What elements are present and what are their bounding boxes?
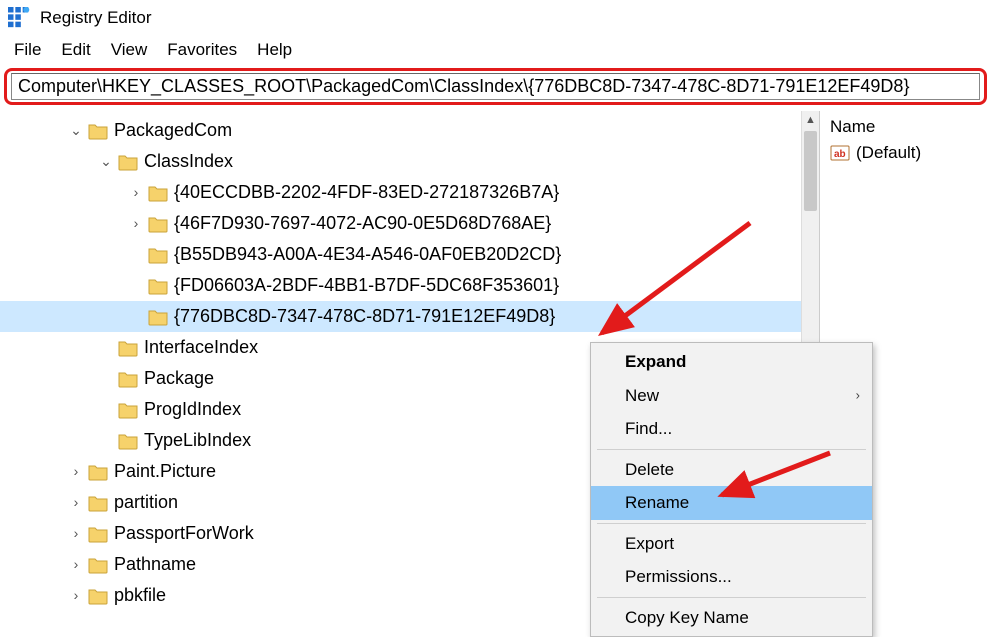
tree-item[interactable]: ›{FD06603A-2BDF-4BB1-B7DF-5DC68F353601}: [0, 270, 819, 301]
tree-item-label: {46F7D930-7697-4072-AC90-0E5D68D768AE}: [174, 209, 551, 239]
tree-item-label: pbkfile: [114, 581, 166, 611]
context-item-label: Export: [625, 534, 674, 553]
folder-icon: [118, 339, 138, 357]
tree-item-label: Paint.Picture: [114, 457, 216, 487]
context-item-expand[interactable]: Expand: [591, 345, 872, 379]
context-item-label: New: [625, 386, 659, 405]
menu-edit[interactable]: Edit: [53, 38, 98, 62]
folder-icon: [88, 494, 108, 512]
context-separator: [597, 449, 866, 450]
folder-icon: [118, 401, 138, 419]
tree-item-label: {40ECCDBB-2202-4FDF-83ED-272187326B7A}: [174, 178, 559, 208]
window-title: Registry Editor: [40, 8, 151, 28]
tree-item[interactable]: › {40ECCDBB-2202-4FDF-83ED-272187326B7A}: [0, 177, 819, 208]
context-item-copy-key-name[interactable]: Copy Key Name: [591, 601, 872, 635]
menu-bar: File Edit View Favorites Help: [0, 36, 991, 68]
svg-text:ab: ab: [834, 149, 846, 160]
regedit-app-icon: [8, 7, 30, 29]
context-item-label: Copy Key Name: [625, 608, 749, 627]
tree-item-label: {776DBC8D-7347-478C-8D71-791E12EF49D8}: [174, 302, 555, 332]
address-bar[interactable]: [11, 73, 980, 100]
value-name: (Default): [856, 143, 921, 163]
context-item-label: Find...: [625, 419, 672, 438]
menu-view[interactable]: View: [103, 38, 156, 62]
chevron-down-icon[interactable]: ⌄: [96, 150, 116, 173]
context-separator: [597, 523, 866, 524]
context-menu: Expand New › Find... Delete Rename Export Permi…: [590, 342, 873, 637]
folder-icon: [118, 370, 138, 388]
tree-item[interactable]: ›{B55DB943-A00A-4E34-A546-0AF0EB20D2CD}: [0, 239, 819, 270]
tree-item[interactable]: ⌄ PackagedCom: [0, 115, 819, 146]
tree-item-label: {B55DB943-A00A-4E34-A546-0AF0EB20D2CD}: [174, 240, 561, 270]
context-separator: [597, 597, 866, 598]
tree-item-label: ProgIdIndex: [144, 395, 241, 425]
tree-item-label: PackagedCom: [114, 116, 232, 146]
menu-file[interactable]: File: [6, 38, 49, 62]
tree-item-label: {FD06603A-2BDF-4BB1-B7DF-5DC68F353601}: [174, 271, 559, 301]
folder-icon: [88, 463, 108, 481]
scroll-up-arrow[interactable]: ▲: [802, 111, 819, 129]
folder-icon: [88, 587, 108, 605]
chevron-right-icon[interactable]: ›: [66, 584, 86, 607]
chevron-right-icon[interactable]: ›: [126, 212, 146, 235]
folder-icon: [148, 277, 168, 295]
folder-icon: [148, 215, 168, 233]
chevron-right-icon[interactable]: ›: [126, 181, 146, 204]
menu-favorites[interactable]: Favorites: [159, 38, 245, 62]
tree-item[interactable]: › {46F7D930-7697-4072-AC90-0E5D68D768AE}: [0, 208, 819, 239]
string-value-icon: ab: [830, 143, 850, 163]
tree-item-label: PassportForWork: [114, 519, 254, 549]
tree-item-label: TypeLibIndex: [144, 426, 251, 456]
menu-help[interactable]: Help: [249, 38, 300, 62]
tree-item-label: InterfaceIndex: [144, 333, 258, 363]
context-item-permissions[interactable]: Permissions...: [591, 560, 872, 594]
tree-item-label: Package: [144, 364, 214, 394]
column-header-name[interactable]: Name: [830, 117, 981, 137]
context-item-label: Rename: [625, 493, 689, 512]
folder-icon: [148, 246, 168, 264]
context-item-rename[interactable]: Rename: [591, 486, 872, 520]
chevron-right-icon: ›: [856, 386, 860, 406]
chevron-right-icon[interactable]: ›: [66, 460, 86, 483]
title-bar: Registry Editor: [0, 0, 991, 36]
context-item-new[interactable]: New ›: [591, 379, 872, 413]
chevron-right-icon[interactable]: ›: [66, 491, 86, 514]
value-row[interactable]: ab (Default): [830, 143, 981, 163]
chevron-right-icon[interactable]: ›: [66, 553, 86, 576]
chevron-down-icon[interactable]: ⌄: [66, 119, 86, 142]
folder-icon: [88, 122, 108, 140]
address-bar-highlight: [4, 68, 987, 105]
context-item-delete[interactable]: Delete: [591, 453, 872, 487]
folder-icon: [88, 525, 108, 543]
folder-icon: [118, 153, 138, 171]
tree-item[interactable]: ⌄ ClassIndex: [0, 146, 819, 177]
tree-item[interactable]: ›{776DBC8D-7347-478C-8D71-791E12EF49D8}: [0, 301, 819, 332]
context-item-find[interactable]: Find...: [591, 412, 872, 446]
chevron-right-icon[interactable]: ›: [66, 522, 86, 545]
context-item-label: Permissions...: [625, 567, 732, 586]
folder-icon: [88, 556, 108, 574]
scroll-thumb[interactable]: [804, 131, 817, 211]
tree-item-label: partition: [114, 488, 178, 518]
folder-icon: [148, 184, 168, 202]
folder-icon: [118, 432, 138, 450]
tree-item-label: Pathname: [114, 550, 196, 580]
context-item-label: Expand: [625, 352, 686, 371]
tree-item-label: ClassIndex: [144, 147, 233, 177]
context-item-export[interactable]: Export: [591, 527, 872, 561]
context-item-label: Delete: [625, 460, 674, 479]
folder-icon: [148, 308, 168, 326]
